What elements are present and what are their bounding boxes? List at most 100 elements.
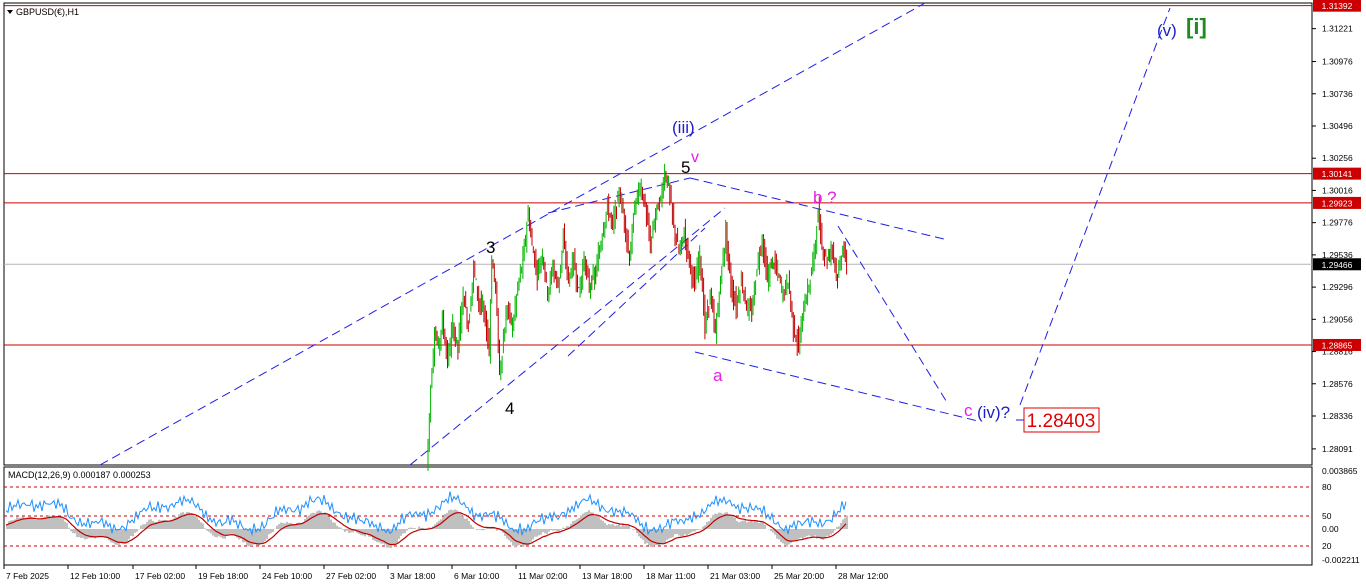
time-tick-label: 25 Mar 20:00	[774, 571, 824, 581]
macd-histogram-bar	[66, 522, 68, 529]
macd-histogram-bar	[230, 529, 232, 534]
macd-histogram-bar	[348, 529, 350, 534]
macd-histogram-bar	[18, 517, 20, 529]
macd-histogram-bar	[22, 516, 24, 529]
macd-histogram-bar	[682, 529, 684, 537]
level-price-label: 1.29923	[1322, 198, 1353, 208]
macd-histogram-bar	[700, 529, 702, 530]
macd-histogram-bar	[824, 529, 826, 539]
macd-histogram-bar	[328, 516, 330, 529]
macd-histogram-bar	[52, 516, 54, 529]
macd-histogram-bar	[394, 529, 396, 545]
macd-histogram-bar	[698, 529, 700, 530]
time-tick-label: 19 Feb 18:00	[198, 571, 248, 581]
macd-histogram-bar	[814, 529, 816, 536]
macd-histogram-bar	[476, 529, 478, 530]
time-tick-label: 18 Mar 11:00	[646, 571, 696, 581]
macd-histogram-bar	[16, 516, 18, 529]
macd-histogram-bar	[768, 529, 770, 530]
macd-histogram-bar	[210, 529, 212, 534]
macd-histogram-bar	[798, 529, 800, 539]
macd-histogram-bar	[626, 525, 628, 529]
main-chart-frame	[3, 2, 1313, 466]
macd-histogram-bar	[202, 523, 204, 529]
macd-histogram-bar	[190, 512, 192, 529]
macd-histogram-bar	[124, 529, 126, 545]
macd-histogram-bar	[832, 529, 834, 533]
macd-histogram-bar	[716, 513, 718, 529]
macd-histogram-bar	[536, 529, 538, 537]
macd-histogram-bar	[794, 529, 796, 541]
wave-label-iii: (iii)	[672, 118, 695, 137]
macd-histogram-bar	[246, 529, 248, 546]
macd-histogram-bar	[734, 517, 736, 529]
macd-histogram-bar	[804, 529, 806, 538]
macd-histogram-bar	[750, 520, 752, 529]
time-tick-label: 12 Feb 10:00	[70, 571, 120, 581]
macd-histogram-bar	[344, 529, 346, 532]
macd-histogram-bar	[326, 513, 328, 529]
macd-histogram-bar	[732, 516, 734, 529]
macd-histogram-bar	[544, 529, 546, 534]
macd-histogram-bar	[346, 529, 348, 531]
time-tick-label: 24 Feb 10:00	[262, 571, 312, 581]
macd-histogram-bar	[578, 517, 580, 529]
macd-histogram-bar	[148, 519, 150, 529]
macd-histogram-bar	[596, 515, 598, 529]
macd-histogram-bar	[550, 529, 552, 531]
macd-histogram-bar	[466, 518, 468, 529]
macd-histogram-bar	[404, 529, 406, 534]
macd-histogram-bar	[194, 516, 196, 529]
chart-window[interactable]: 0.003865 80 50 0.00 20 -0.002211 1.31221 1.309…	[0, 0, 1366, 588]
macd-histogram-bar	[748, 521, 750, 529]
macd-histogram-bar	[580, 515, 582, 529]
macd-histogram-bar	[582, 513, 584, 529]
macd-histogram-bar	[702, 526, 704, 529]
macd-histogram-bar	[806, 529, 808, 536]
macd-histogram-bar	[770, 529, 772, 532]
macd-histogram-bar	[818, 529, 820, 538]
wave-label-c: c	[964, 401, 973, 420]
wave-label-i-green: [i]	[1186, 14, 1207, 39]
macd-histogram-bar	[600, 519, 602, 529]
macd-histogram-bar	[62, 518, 64, 529]
time-tick-label: 7 Feb 2025	[6, 571, 49, 581]
macd-histogram-bar	[496, 529, 498, 531]
level-price-label: 1.28865	[1322, 340, 1353, 350]
time-tick-label: 28 Mar 12:00	[838, 571, 888, 581]
macd-histogram-bar	[808, 529, 810, 536]
macd-histogram-bar	[142, 524, 144, 529]
macd-histogram-bar	[718, 512, 720, 529]
macd-histogram-bar	[692, 529, 694, 532]
macd-histogram-bar	[268, 529, 270, 535]
price-tick-label: 1.28091	[1322, 444, 1353, 454]
macd-histogram-bar	[34, 519, 36, 529]
wave-label-v: v	[691, 149, 699, 166]
macd-histogram-bar	[738, 522, 740, 529]
macd-histogram-bar	[334, 522, 336, 529]
wave-label-a: a	[713, 366, 723, 385]
macd-histogram-bar	[746, 522, 748, 529]
macd-histogram-bar	[478, 529, 480, 530]
macd-histogram-bar	[542, 529, 544, 533]
macd-histogram-bar	[396, 529, 398, 544]
macd-histogram-bar	[198, 519, 200, 529]
macd-histogram-bar	[364, 529, 366, 537]
macd-histogram-bar	[58, 516, 60, 529]
macd-histogram-bar	[564, 527, 566, 529]
macd-histogram-bar	[8, 521, 10, 529]
macd-histogram-bar	[324, 512, 326, 529]
macd-histogram-bar	[826, 529, 828, 536]
macd-histogram-bar	[470, 524, 472, 529]
time-tick-label: 11 Mar 02:00	[518, 571, 568, 581]
macd-histogram-bar	[556, 529, 558, 532]
price-tick-label: 1.30976	[1322, 57, 1353, 67]
macd-histogram-bar	[72, 529, 74, 534]
macd-histogram-bar	[828, 529, 830, 537]
macd-histogram-bar	[538, 529, 540, 536]
macd-histogram-bar	[560, 529, 562, 530]
macd-histogram-bar	[586, 511, 588, 529]
macd-histogram-bar	[540, 529, 542, 535]
macd-histogram-bar	[796, 529, 798, 540]
macd-histogram-bar	[96, 529, 98, 537]
